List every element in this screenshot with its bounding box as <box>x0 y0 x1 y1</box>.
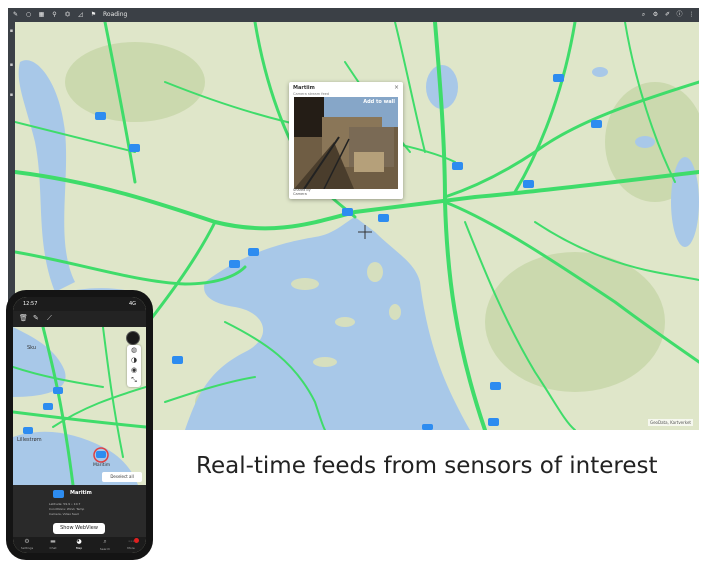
ruler-icon[interactable]: ⟋ <box>47 314 52 323</box>
phone-frame: 12:57 4G 🗑 ✎ ⟋ Sku Lillestrøm Maritim ◍ … <box>6 290 153 560</box>
camera-marker[interactable] <box>452 162 463 170</box>
detail-line: Latitude: 59.9 • 10.7 <box>49 502 81 506</box>
map-label-left: Lillestrøm <box>17 437 42 443</box>
notification-badge <box>134 538 139 543</box>
chat-icon: ▬ <box>50 538 56 545</box>
status-signal: 4G <box>128 301 136 307</box>
camera-marker[interactable] <box>378 214 389 222</box>
filter-icon[interactable]: ⏣ <box>64 8 71 22</box>
phone-toolbar: 🗑 ✎ ⟋ <box>13 311 146 327</box>
route-icon[interactable]: ⤡ <box>127 376 141 385</box>
circle-icon[interactable]: ○ <box>25 8 32 22</box>
caption: Real-time feeds from sensors of interest <box>196 453 658 479</box>
search-icon: ⌕ <box>103 538 107 545</box>
camera-marker[interactable] <box>488 418 499 426</box>
rail-icon[interactable]: ▪ <box>8 62 15 68</box>
camera-popup[interactable]: Martiim × Camera stream feed Add to wall… <box>289 82 403 199</box>
detail-panel: Maritim Latitude: 59.9 • 10.7 Conditions… <box>13 485 146 537</box>
add-to-wall-button[interactable]: Add to wall <box>363 99 395 105</box>
popup-subtitle: Camera stream feed <box>293 92 329 96</box>
camera-icon <box>53 490 64 498</box>
phone-screen: 12:57 4G 🗑 ✎ ⟋ Sku Lillestrøm Maritim ◍ … <box>13 297 146 553</box>
settings-icon: ⚙ <box>24 538 30 545</box>
popup-footer: Shared by Camera <box>293 188 311 196</box>
status-time: 12:57 <box>23 301 38 307</box>
flag-icon: ⚑ <box>90 11 97 18</box>
detail-title: Maritim <box>70 490 92 496</box>
show-webview-button[interactable]: Show WebView <box>53 523 105 534</box>
tab-more[interactable]: ⋯ More <box>119 538 143 550</box>
user-icon[interactable]: ◉ <box>127 366 141 374</box>
camera-marker[interactable] <box>422 424 433 430</box>
compass-icon[interactable] <box>126 331 140 345</box>
pin-icon[interactable]: ⚲ <box>51 8 58 22</box>
ruler-icon[interactable]: ◿ <box>77 8 84 22</box>
menu-icon[interactable]: ⋮ <box>688 8 695 22</box>
search-icon[interactable]: ⌕ <box>640 8 647 22</box>
trash-icon[interactable]: 🗑 <box>19 314 28 322</box>
contrast-icon[interactable]: ◑ <box>127 356 141 364</box>
map-icon: ◕ <box>76 538 82 545</box>
edit-icon[interactable]: ✐ <box>664 8 671 22</box>
rail-icon[interactable]: ▪ <box>8 28 15 34</box>
phone-status-bar: 12:57 4G <box>13 297 146 311</box>
detail-line: Camera, Video feed <box>49 512 79 516</box>
deselect-all-button[interactable]: Deselect all <box>102 472 142 482</box>
tab-map[interactable]: ◕ Map <box>67 538 91 550</box>
map-label-selected: Maritim <box>93 463 111 468</box>
wrench-icon[interactable]: ✎ <box>12 8 19 22</box>
camera-marker[interactable] <box>342 208 353 216</box>
camera-marker[interactable] <box>229 260 240 268</box>
camera-marker[interactable] <box>248 248 259 256</box>
map-attribution: GeoData, Kartverket <box>648 419 693 426</box>
camera-marker[interactable] <box>591 120 602 128</box>
camera-marker[interactable] <box>553 74 564 82</box>
tab-chat[interactable]: ▬ Chat <box>41 538 65 550</box>
camera-marker[interactable] <box>129 144 140 152</box>
camera-marker[interactable] <box>95 112 106 120</box>
camera-marker[interactable] <box>490 382 501 390</box>
camera-marker[interactable] <box>23 427 33 434</box>
tab-settings[interactable]: ⚙ Settings <box>15 538 39 550</box>
map-label-top: Sku <box>27 345 37 351</box>
tab-search[interactable]: ⌕ Search <box>93 538 117 551</box>
bottom-tab-bar: ⚙ Settings ▬ Chat ◕ Map ⌕ Search ⋯ More <box>13 537 146 553</box>
camera-marker[interactable] <box>523 180 534 188</box>
rail-icon[interactable]: ▪ <box>8 92 15 98</box>
info-icon[interactable]: ⓘ <box>676 8 683 22</box>
camera-marker[interactable] <box>53 387 63 394</box>
detail-line: Conditions: Wind, Temp <box>49 507 85 511</box>
close-icon[interactable]: × <box>394 84 399 91</box>
top-toolbar: ✎ ○ ▦ ⚲ ⏣ ◿ ⚑ Roading ⌕ ⚙ ✐ ⓘ ⋮ <box>8 8 699 22</box>
camera-marker[interactable] <box>43 403 53 410</box>
layer-controls: ◍ ◑ ◉ ⤡ <box>127 345 141 387</box>
tab-roading[interactable]: Roading <box>103 8 127 22</box>
camera-image <box>294 97 398 189</box>
popup-title: Martiim <box>293 85 315 91</box>
grid-icon[interactable]: ▦ <box>38 8 45 22</box>
camera-marker[interactable] <box>172 356 183 364</box>
settings-icon[interactable]: ⚙ <box>652 8 659 22</box>
camera-feed-image[interactable]: Add to wall <box>294 97 398 189</box>
edit-icon[interactable]: ✎ <box>33 314 39 322</box>
globe-icon[interactable]: ◍ <box>127 346 141 354</box>
